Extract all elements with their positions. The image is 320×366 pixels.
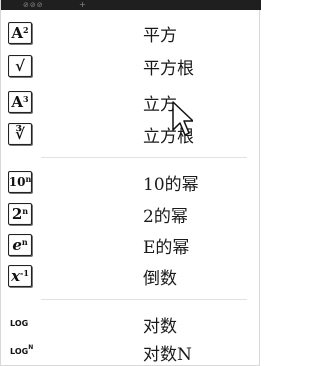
menu-item-two-power[interactable]: 2n 2的幂 <box>1 199 259 229</box>
menu-item-label: 平方根 <box>143 59 194 79</box>
reciprocal-icon: x -1 <box>8 265 32 287</box>
menu-item-label: 对数N <box>143 345 192 365</box>
log-n-icon: LOG N <box>10 344 34 356</box>
menu-item-label: 平方 <box>143 26 177 46</box>
log-icon: LOG <box>10 319 29 328</box>
cube-root-icon: ∛ <box>8 123 32 145</box>
two-power-icon: 2n <box>8 203 32 225</box>
menu-item-log-n[interactable]: LOG N 对数N <box>1 337 259 366</box>
menu-item-square[interactable]: A2 平方 <box>1 18 259 48</box>
menu-separator <box>41 299 247 300</box>
menu-item-label: 对数 <box>143 317 177 337</box>
menu-separator <box>41 157 247 158</box>
ten-power-icon: 10 n <box>8 171 32 193</box>
menu-item-e-power[interactable]: en E的幂 <box>1 230 259 260</box>
menu-item-label: E的幂 <box>143 238 190 258</box>
menu-item-label: 2的幂 <box>143 207 188 227</box>
e-power-icon: en <box>8 234 32 256</box>
cube-power-icon: A3 <box>8 91 32 113</box>
menu-item-log[interactable]: LOG 对数 <box>1 309 259 339</box>
menu-item-cube[interactable]: A3 立方 <box>1 87 259 117</box>
menu-top-edge: ⊘⊘⊘ + <box>1 0 261 10</box>
faded-text: ⊘⊘⊘ <box>23 1 44 9</box>
square-power-icon: A2 <box>8 22 32 44</box>
mouse-cursor-icon <box>172 101 193 136</box>
menu-item-cube-root[interactable]: ∛ 立方根 <box>1 119 259 149</box>
menu-item-label: 10的幂 <box>143 175 199 195</box>
menu-item-ten-power[interactable]: 10 n 10的幂 <box>1 167 259 197</box>
square-root-icon: √ <box>8 55 32 77</box>
menu-item-reciprocal[interactable]: x -1 倒数 <box>1 261 259 291</box>
menu-item-square-root[interactable]: √ 平方根 <box>1 51 259 81</box>
function-menu: ⊘⊘⊘ + A2 平方 √ 平方根 A3 立方 ∛ 立方根 10n 10的幂 <box>0 0 261 366</box>
faded-plus: + <box>79 0 86 9</box>
menu-item-label: 倒数 <box>143 269 177 289</box>
